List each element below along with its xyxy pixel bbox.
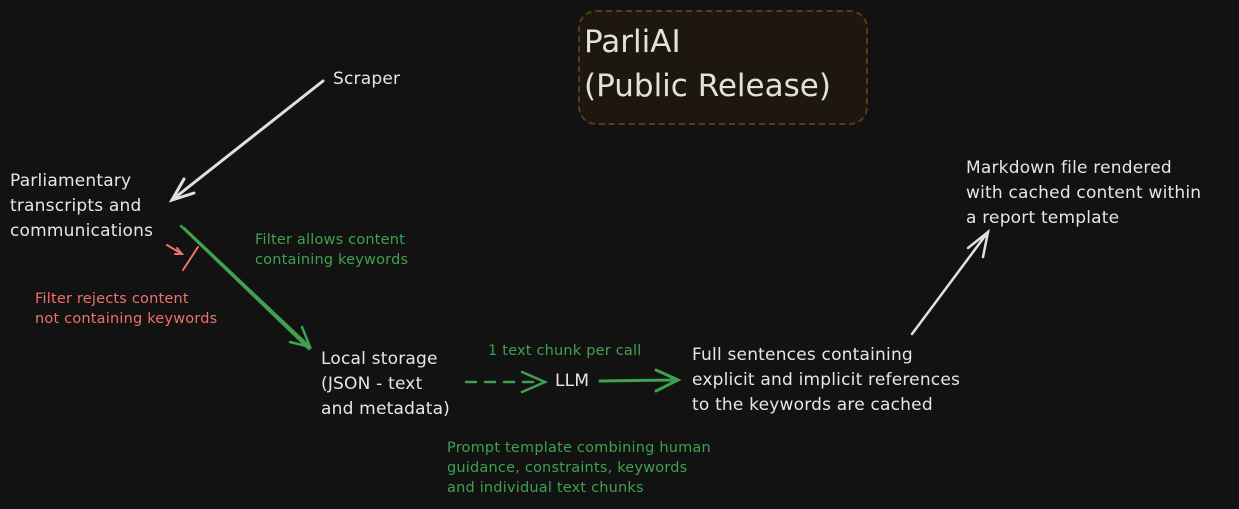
storage-line-2: (JSON - text bbox=[321, 374, 423, 394]
prompt-line-1: Prompt template combining human bbox=[447, 440, 711, 456]
reject-marker bbox=[166, 244, 199, 271]
arrow-storage-to-llm bbox=[464, 370, 549, 394]
connectors bbox=[166, 79, 990, 394]
storage-line-1: Local storage bbox=[321, 349, 438, 369]
filter-allows-line-1: Filter allows content bbox=[255, 232, 406, 248]
arrow-cached-to-markdown bbox=[910, 228, 990, 336]
filter-rejects-line-1: Filter rejects content bbox=[35, 291, 189, 307]
arrow-scraper-to-transcripts bbox=[168, 79, 325, 203]
filter-rejects-line-2: not containing keywords bbox=[35, 311, 218, 327]
markdown-line-2: with cached content within bbox=[966, 183, 1202, 203]
transcripts-line-2: transcripts and bbox=[10, 196, 142, 216]
cached-line-1: Full sentences containing bbox=[692, 345, 913, 365]
arrow-llm-to-cached bbox=[598, 368, 682, 393]
node-local-storage: Local storage (JSON - text and metadata) bbox=[321, 347, 450, 422]
prompt-line-2: guidance, constraints, keywords bbox=[447, 460, 688, 476]
annotation-filter-rejects: Filter rejects content not containing key… bbox=[35, 289, 217, 329]
markdown-line-1: Markdown file rendered bbox=[966, 158, 1172, 178]
annotation-chunk-per-call: 1 text chunk per call bbox=[488, 343, 642, 359]
node-cached-sentences: Full sentences containing explicit and im… bbox=[692, 343, 960, 418]
transcripts-line-3: communications bbox=[10, 221, 154, 241]
prompt-line-3: and individual text chunks bbox=[447, 480, 644, 496]
annotation-prompt-template: Prompt template combining human guidance,… bbox=[447, 438, 711, 498]
storage-line-3: and metadata) bbox=[321, 399, 451, 419]
cached-line-2: explicit and implicit references bbox=[692, 370, 961, 390]
filter-allows-line-2: containing keywords bbox=[255, 252, 409, 268]
cached-line-3: to the keywords are cached bbox=[692, 395, 933, 415]
annotation-filter-allows: Filter allows content containing keywords bbox=[255, 230, 408, 270]
node-llm: LLM bbox=[555, 371, 590, 391]
transcripts-line-1: Parliamentary bbox=[10, 171, 132, 191]
markdown-line-3: a report template bbox=[966, 208, 1120, 228]
node-transcripts: Parliamentary transcripts and communicatio… bbox=[10, 169, 153, 244]
node-markdown-report: Markdown file rendered with cached conten… bbox=[966, 156, 1201, 231]
node-scraper: Scraper bbox=[333, 69, 401, 89]
